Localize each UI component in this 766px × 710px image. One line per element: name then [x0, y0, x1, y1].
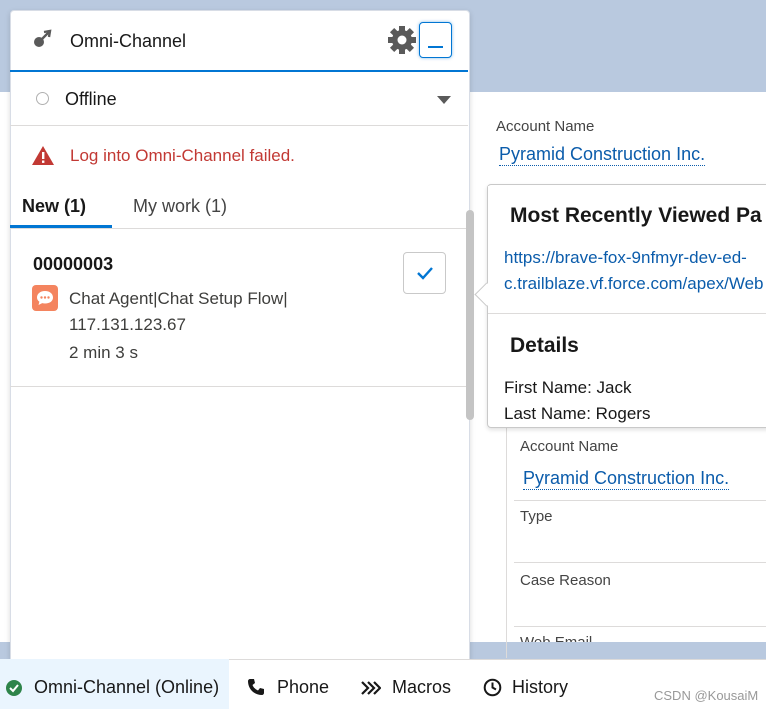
- popover-url-line1[interactable]: https://brave-fox-9nfmyr-dev-ed-: [504, 245, 747, 271]
- status-label: Offline: [65, 89, 117, 109]
- phone-icon[interactable]: [247, 678, 265, 701]
- omni-channel-icon: [32, 29, 54, 54]
- warning-icon: [31, 145, 55, 171]
- gear-icon[interactable]: [387, 25, 417, 60]
- work-item-id[interactable]: 00000003: [33, 254, 113, 275]
- account-name-label: Account Name: [496, 118, 595, 135]
- chevron-down-icon[interactable]: [437, 96, 451, 104]
- record-details-section: [506, 428, 766, 658]
- tab-my-work[interactable]: My work (1): [133, 196, 227, 217]
- macros-icon[interactable]: [361, 681, 382, 700]
- field-divider: [514, 562, 766, 563]
- popover-title: Most Recently Viewed Pa: [510, 204, 762, 227]
- chat-icon: [32, 285, 58, 311]
- minimize-icon: [428, 46, 443, 48]
- scrollbar[interactable]: [466, 210, 474, 420]
- case-reason-label: Case Reason: [520, 572, 611, 589]
- account-name-link-2[interactable]: Pyramid Construction Inc.: [523, 467, 730, 490]
- popover-content: Most Recently Viewed Pa https://brave-fo…: [488, 186, 766, 424]
- work-item-line2: 117.131.123.67: [69, 315, 186, 334]
- minimize-button[interactable]: [419, 22, 452, 58]
- check-circle-icon: [6, 680, 22, 696]
- work-item-time: 2 min 3 s: [69, 343, 138, 362]
- accept-button[interactable]: [403, 252, 446, 294]
- active-tab-indicator: [10, 225, 112, 228]
- work-item-line1: Chat Agent|Chat Setup Flow|: [69, 289, 288, 308]
- field-divider: [514, 500, 766, 501]
- popover-divider: [488, 313, 766, 314]
- error-message: Log into Omni-Channel failed.: [70, 146, 295, 165]
- utility-label-omni-channel[interactable]: Omni-Channel (Online): [34, 677, 219, 698]
- field-divider: [514, 626, 766, 627]
- account-name-label-2: Account Name: [520, 438, 619, 455]
- watermark: CSDN @KousaiM: [654, 688, 759, 703]
- account-name-link[interactable]: Pyramid Construction Inc.: [499, 143, 706, 166]
- history-icon[interactable]: [483, 678, 502, 702]
- last-name-text: Last Name: Rogers: [504, 404, 651, 423]
- web-email-label: Web Email: [520, 634, 720, 642]
- omni-title: Omni-Channel: [70, 31, 187, 51]
- offline-status-icon: [36, 92, 49, 105]
- details-title: Details: [510, 334, 579, 357]
- first-name-text: First Name: Jack: [504, 378, 632, 397]
- popover-url-line2[interactable]: c.trailblaze.vf.force.com/apex/Web: [504, 271, 764, 297]
- utility-label-phone[interactable]: Phone: [277, 677, 329, 698]
- utility-label-history[interactable]: History: [512, 677, 568, 698]
- check-icon: [417, 267, 433, 280]
- utility-label-macros[interactable]: Macros: [392, 677, 451, 698]
- type-label: Type: [520, 508, 553, 525]
- tab-new[interactable]: New (1): [22, 196, 86, 217]
- web-email-label-clip: Web Email: [520, 634, 720, 642]
